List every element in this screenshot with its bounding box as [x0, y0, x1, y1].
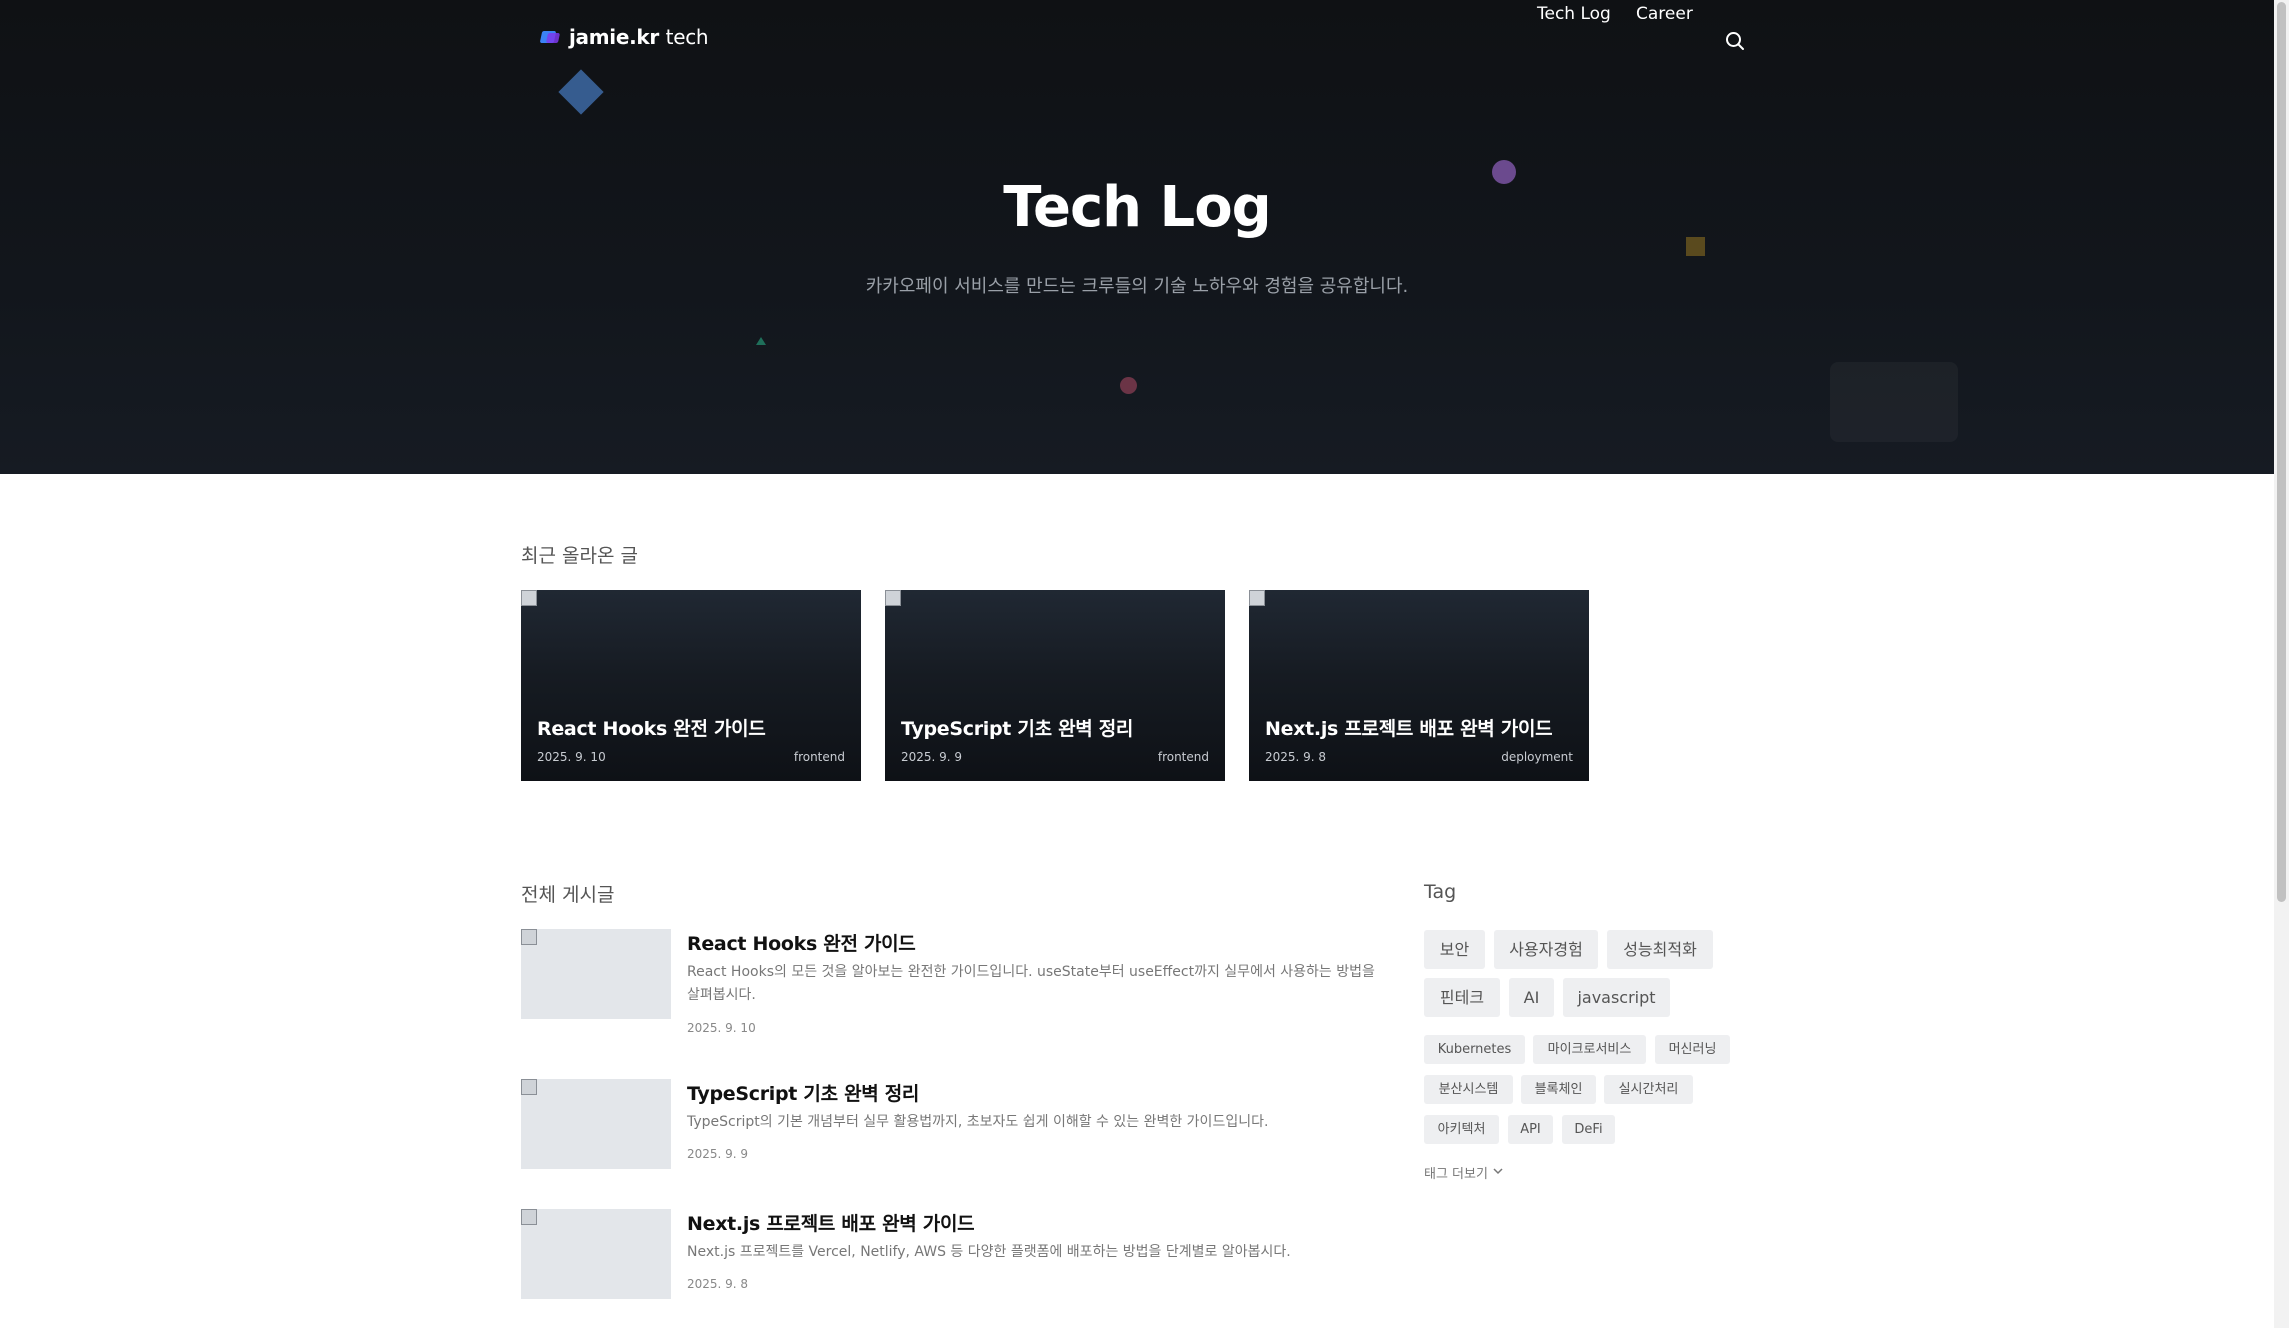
- post-description: Next.js 프로젝트를 Vercel, Netlify, AWS 등 다양한…: [687, 1244, 1291, 1260]
- decorative-circle: [1120, 377, 1137, 394]
- post-thumbnail: [521, 929, 671, 1019]
- all-posts-heading: 전체 게시글: [521, 884, 615, 906]
- card-date: 2025. 9. 8: [1265, 750, 1327, 764]
- broken-image-icon: [521, 929, 537, 945]
- post-date: 2025. 9. 9: [687, 1147, 749, 1161]
- decorative-rectangle: [1830, 362, 1958, 442]
- card-tag: frontend: [793, 750, 845, 764]
- post-thumbnail: [521, 1209, 671, 1299]
- broken-image-icon: [521, 590, 537, 606]
- card-title: Next.js 프로젝트 배포 완벽 가이드: [1265, 718, 1553, 740]
- decorative-triangle: [756, 337, 766, 345]
- logo-mark-icon: [539, 29, 561, 45]
- post-list-item[interactable]: TypeScript 기초 완벽 정리 TypeScript의 기본 개념부터 …: [521, 1079, 1361, 1179]
- broken-image-icon: [521, 1079, 537, 1095]
- post-thumbnail: [521, 1079, 671, 1169]
- page-scrollbar[interactable]: [2274, 0, 2289, 1328]
- page-subtitle: 카카오페이 서비스를 만드는 크루들의 기술 노하우와 경험을 공유합니다.: [865, 276, 1409, 297]
- chevron-down-icon: [1492, 1165, 1504, 1181]
- tag-chip[interactable]: 성능최적화: [1607, 930, 1713, 969]
- post-description: TypeScript의 기본 개념부터 실무 활용법까지, 초보자도 쉽게 이해…: [687, 1114, 1269, 1130]
- search-icon[interactable]: [1724, 30, 1746, 52]
- post-title: TypeScript 기초 완벽 정리: [687, 1083, 920, 1105]
- decorative-diamond: [558, 69, 604, 115]
- broken-image-icon: [521, 1209, 537, 1225]
- card-tag: deployment: [1501, 750, 1573, 764]
- tag-heading: Tag: [1424, 881, 1457, 903]
- page-title: Tech Log: [1003, 175, 1272, 240]
- tag-more-label: 태그 더보기: [1424, 1167, 1488, 1182]
- recent-posts-heading: 최근 올라온 글: [521, 545, 638, 567]
- post-date: 2025. 9. 10: [687, 1021, 756, 1035]
- tag-chip[interactable]: 아키텍처: [1424, 1115, 1499, 1144]
- site-logo[interactable]: jamie.kr tech: [539, 25, 709, 49]
- recent-post-card[interactable]: TypeScript 기초 완벽 정리 2025. 9. 9 frontend: [885, 590, 1225, 781]
- hero-section: jamie.kr tech Tech Log Career Tech Log 카…: [0, 0, 2274, 474]
- scrollbar-thumb[interactable]: [2277, 2, 2286, 902]
- card-date: 2025. 9. 9: [901, 750, 963, 764]
- broken-image-icon: [885, 590, 901, 606]
- post-title: Next.js 프로젝트 배포 완벽 가이드: [687, 1213, 975, 1235]
- tag-more-button[interactable]: 태그 더보기: [1424, 1163, 1504, 1182]
- tag-chip[interactable]: 사용자경험: [1494, 930, 1598, 969]
- tag-chip[interactable]: DeFi: [1562, 1115, 1615, 1144]
- tag-chip[interactable]: 핀테크: [1424, 978, 1500, 1017]
- tag-chip[interactable]: javascript: [1563, 978, 1670, 1017]
- post-date: 2025. 9. 8: [687, 1277, 749, 1291]
- tag-chip[interactable]: 블록체인: [1521, 1075, 1596, 1104]
- tag-chip[interactable]: 마이크로서비스: [1533, 1035, 1646, 1064]
- tag-chip[interactable]: AI: [1509, 978, 1554, 1017]
- recent-post-card[interactable]: React Hooks 완전 가이드 2025. 9. 10 frontend: [521, 590, 861, 781]
- tag-chip[interactable]: Kubernetes: [1424, 1035, 1525, 1064]
- tag-chip[interactable]: 머신러닝: [1655, 1035, 1730, 1064]
- logo-text: jamie.kr tech: [569, 25, 709, 49]
- broken-image-icon: [1249, 590, 1265, 606]
- post-description: React Hooks의 모든 것을 알아보는 완전한 가이드입니다. useS…: [687, 964, 1375, 1003]
- card-tag: frontend: [1157, 750, 1209, 764]
- card-title: TypeScript 기초 완벽 정리: [901, 718, 1134, 740]
- post-title: React Hooks 완전 가이드: [687, 933, 916, 955]
- tag-chip[interactable]: 실시간처리: [1604, 1075, 1693, 1104]
- tag-chip[interactable]: API: [1508, 1115, 1553, 1144]
- tag-chip[interactable]: 보안: [1424, 930, 1485, 969]
- card-date: 2025. 9. 10: [537, 750, 606, 764]
- tag-chip[interactable]: 분산시스템: [1424, 1075, 1513, 1104]
- card-title: React Hooks 완전 가이드: [537, 718, 766, 740]
- recent-post-card[interactable]: Next.js 프로젝트 배포 완벽 가이드 2025. 9. 8 deploy…: [1249, 590, 1589, 781]
- post-list-item[interactable]: Next.js 프로젝트 배포 완벽 가이드 Next.js 프로젝트를 Ver…: [521, 1209, 1361, 1309]
- nav-career[interactable]: Career: [1636, 4, 1693, 24]
- nav-tech-log[interactable]: Tech Log: [1537, 4, 1611, 24]
- post-list-item[interactable]: React Hooks 완전 가이드 React Hooks의 모든 것을 알아…: [521, 929, 1375, 1039]
